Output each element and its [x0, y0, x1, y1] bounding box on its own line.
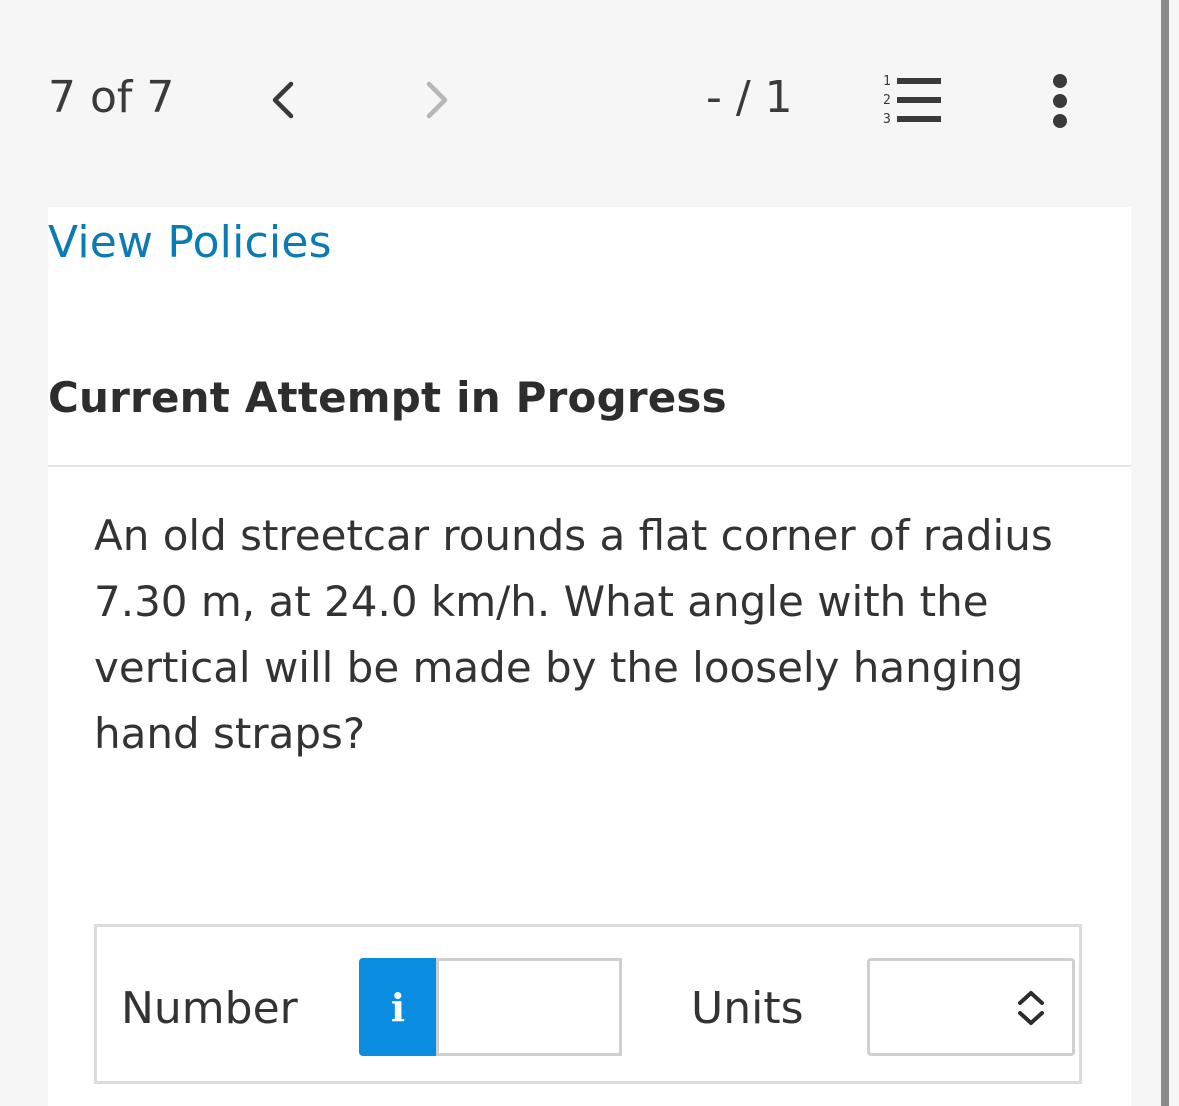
up-down-chevron-icon [1018, 991, 1044, 1025]
question-list-button[interactable]: 1 2 3 [875, 72, 950, 132]
more-options-button[interactable] [1035, 70, 1085, 132]
units-label: Units [691, 983, 804, 1034]
list-number-1: 1 [883, 74, 891, 89]
view-policies-link[interactable]: View Policies [48, 217, 332, 268]
divider [48, 465, 1131, 467]
score-display: - / 1 [706, 72, 793, 123]
question-counter: 7 of 7 [48, 72, 175, 123]
question-panel: View Policies Current Attempt in Progres… [48, 207, 1131, 1106]
more-vertical-icon [1053, 74, 1067, 128]
chevron-left-icon [272, 81, 294, 119]
info-button[interactable]: i [359, 958, 437, 1056]
scrollbar[interactable] [1161, 0, 1169, 1106]
question-text: An old streetcar rounds a flat corner of… [94, 511, 1053, 758]
previous-question-button[interactable] [252, 70, 312, 130]
section-heading: Current Attempt in Progress [48, 373, 727, 422]
chevron-right-icon [426, 81, 448, 119]
info-icon: i [390, 984, 406, 1030]
number-input[interactable] [436, 958, 622, 1056]
answer-box: Number i Units [94, 924, 1082, 1084]
units-select[interactable] [867, 958, 1075, 1056]
list-number-3: 3 [883, 112, 891, 127]
number-label: Number [121, 983, 298, 1034]
question-toolbar: 7 of 7 - / 1 1 2 3 [0, 0, 1160, 206]
next-question-button[interactable] [408, 70, 468, 130]
numbered-list-icon: 1 2 3 [883, 74, 941, 127]
list-number-2: 2 [883, 93, 891, 108]
